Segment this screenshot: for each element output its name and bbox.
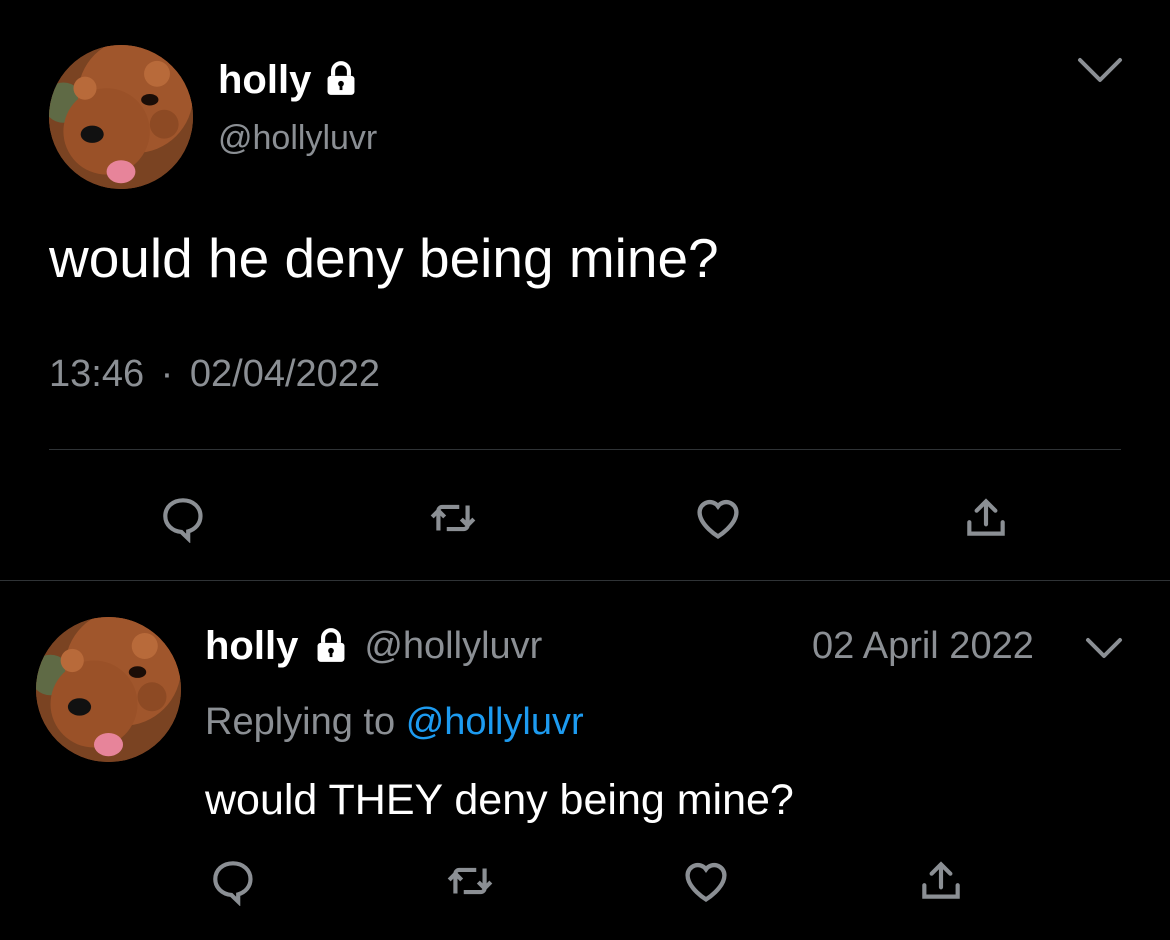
lock-icon [312,627,350,665]
reply-icon [213,861,253,906]
reply-tweet-text: would THEY deny being mine? [205,776,794,824]
reply-avatar[interactable] [36,617,181,762]
like-icon [685,862,727,902]
chevron-down-icon[interactable] [1084,632,1124,664]
lock-icon [322,60,360,98]
reply-button[interactable] [155,490,211,546]
poodle-avatar-icon [36,617,181,762]
share-button[interactable] [913,853,969,909]
share-icon [967,498,1005,536]
retweet-button[interactable] [425,490,481,546]
main-timestamp[interactable]: 13:46 · 02/04/2022 [49,352,380,396]
main-handle[interactable]: @hollyluvr [218,118,377,158]
replying-handle-link[interactable]: @hollyluvr [406,701,584,743]
timestamp-separator: · [160,353,174,395]
reply-icon [163,498,203,543]
replying-to: Replying to @hollyluvr [205,700,584,744]
chevron-down-icon[interactable] [1076,50,1124,90]
main-divider [49,449,1121,450]
reply-handle[interactable]: @hollyluvr [364,624,542,668]
main-date: 02/04/2022 [189,353,381,395]
share-icon [922,861,960,899]
like-icon [697,499,739,539]
like-button[interactable] [678,853,734,909]
retweet-icon [430,504,476,532]
reply-button[interactable] [205,853,261,909]
main-time: 13:46 [49,353,145,395]
main-tweet-text: would he deny being mine? [49,227,719,289]
main-display-name[interactable]: holly [218,58,311,102]
share-button[interactable] [958,490,1014,546]
retweet-icon [447,867,493,895]
replying-prefix: Replying to [205,701,396,743]
poodle-avatar-icon [49,45,193,189]
reply-header: holly @hollyluvr [205,624,542,668]
reply-display-name[interactable]: holly [205,624,298,668]
main-avatar[interactable] [49,45,193,189]
reply-date[interactable]: 02 April 2022 [812,624,1034,668]
retweet-button[interactable] [442,853,498,909]
like-button[interactable] [690,490,746,546]
tweet-separator [0,580,1170,581]
